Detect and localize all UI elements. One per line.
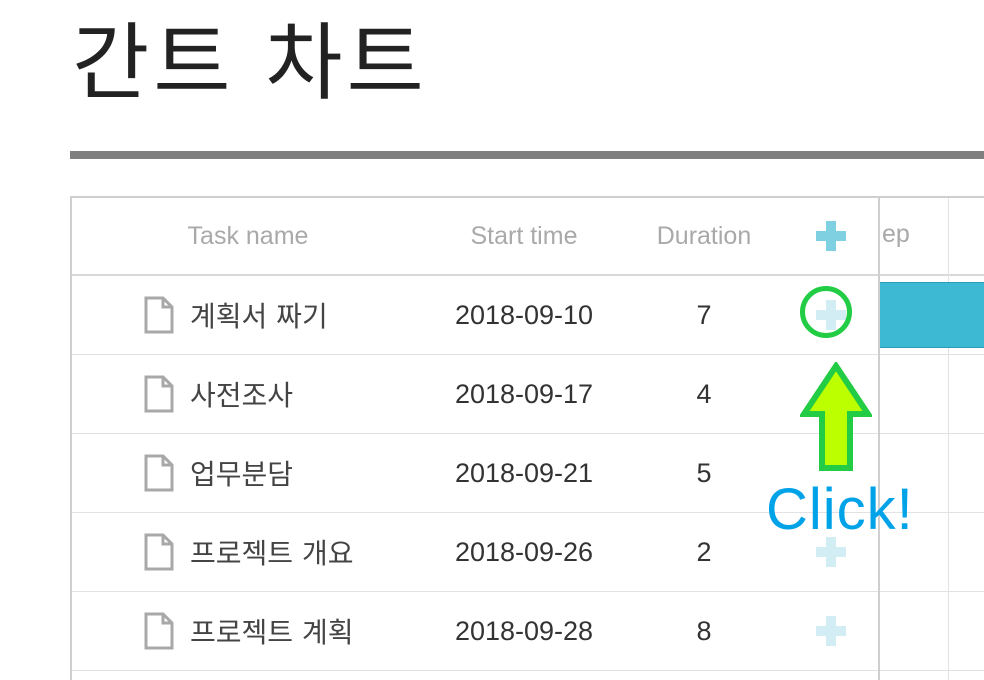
task-row[interactable]: 프로젝트 개요 2018-09-26 2 <box>72 513 878 592</box>
file-icon <box>144 533 174 571</box>
column-header-task-name[interactable]: Task name <box>72 222 424 251</box>
add-subtask-button[interactable] <box>784 614 878 648</box>
task-duration: 7 <box>696 299 712 330</box>
plus-icon <box>816 221 846 251</box>
task-duration: 2 <box>696 536 712 567</box>
plus-icon <box>816 616 846 646</box>
timeline-scale-header: ep <box>880 198 984 276</box>
title-divider <box>70 151 984 159</box>
task-name: 업무분담 <box>190 458 294 491</box>
task-bar[interactable] <box>880 282 984 348</box>
task-name-cell: 프로젝트 계획 <box>72 611 424 651</box>
task-row[interactable]: 업무분담 2018-09-21 5 <box>72 434 878 513</box>
grid-header: Task name Start time Duration <box>72 198 878 276</box>
click-annotation: Click! <box>766 477 914 542</box>
file-icon <box>144 296 174 334</box>
task-grid: Task name Start time Duration 계획서 짜기 201… <box>70 196 880 680</box>
task-name-cell: 프로젝트 개요 <box>72 532 424 572</box>
highlight-circle <box>800 286 852 338</box>
task-duration: 4 <box>696 378 712 409</box>
task-name-cell: 사전조사 <box>72 374 424 414</box>
timeline-area: ep <box>880 196 984 680</box>
task-start-time: 2018-09-28 <box>454 615 594 646</box>
up-arrow-icon <box>800 362 872 471</box>
timeline-row <box>880 592 984 671</box>
task-duration: 8 <box>696 615 712 646</box>
task-duration: 5 <box>696 457 712 488</box>
task-row[interactable]: 계획서 짜기 2018-09-10 7 <box>72 276 878 355</box>
task-row[interactable]: 프로젝트 계획 2018-09-28 8 <box>72 592 878 671</box>
file-icon <box>144 612 174 650</box>
task-name: 사전조사 <box>190 379 294 412</box>
task-name: 프로젝트 계획 <box>190 616 354 649</box>
column-header-start-time[interactable]: Start time <box>424 222 624 251</box>
page-title: 간트 차트 <box>72 14 428 112</box>
column-header-duration[interactable]: Duration <box>624 222 784 251</box>
task-start-time: 2018-09-10 <box>454 299 594 330</box>
task-name-cell: 계획서 짜기 <box>72 295 424 335</box>
task-start-time: 2018-09-26 <box>454 536 594 567</box>
task-start-time: 2018-09-21 <box>454 457 594 488</box>
task-name-cell: 업무분담 <box>72 453 424 493</box>
task-start-time: 2018-09-17 <box>454 378 594 409</box>
file-icon <box>144 375 174 413</box>
task-name: 프로젝트 개요 <box>190 537 354 570</box>
task-name: 계획서 짜기 <box>190 300 328 333</box>
task-row[interactable]: 사전조사 2018-09-17 4 <box>72 355 878 434</box>
timeline-row <box>880 276 984 355</box>
file-icon <box>144 454 174 492</box>
timeline-scale-label: ep <box>882 220 910 248</box>
timeline-row <box>880 355 984 434</box>
add-task-button[interactable] <box>784 219 878 253</box>
